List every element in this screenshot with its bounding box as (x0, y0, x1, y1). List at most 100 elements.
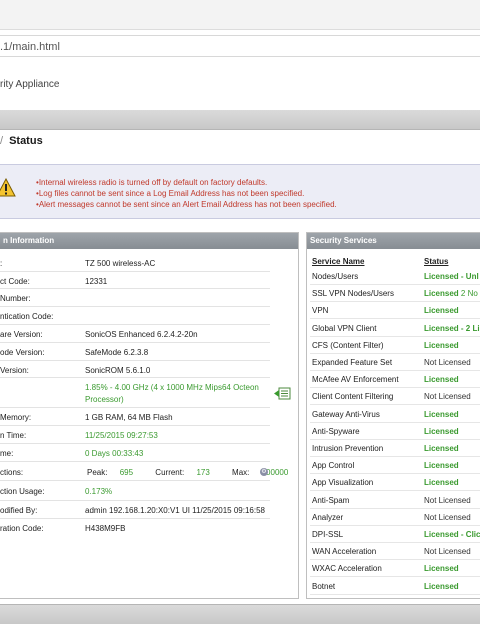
status-value: Not Licensed (424, 513, 471, 522)
service-status: Licensed 2 No (424, 289, 478, 298)
service-status: Not Licensed (424, 513, 471, 522)
status-value: Licensed (424, 324, 459, 333)
info-label: Version: (0, 366, 29, 375)
url-text[interactable]: .1/main.html (0, 41, 60, 53)
peak-value: 695 (119, 468, 134, 477)
address-bar[interactable]: .1/main.html (0, 35, 480, 57)
service-name: Botnet (312, 582, 336, 591)
service-name: Anti-Spyware (312, 427, 360, 436)
service-row: Client Content Filtering Not Licensed (310, 388, 480, 405)
current-stat: Current: 173 (155, 468, 220, 477)
security-panel-header: Security Services (307, 233, 480, 249)
service-status: Licensed (424, 444, 459, 453)
status-value: Licensed (424, 306, 459, 315)
service-status: Licensed (424, 341, 459, 350)
connections-row: ctions: Peak: 695 Current: 173 Max: 1000… (0, 463, 288, 481)
peak-stat: Peak: 695 (87, 468, 143, 477)
service-name: Nodes/Users (312, 272, 359, 281)
info-value: H438M9FB (85, 524, 126, 533)
info-row: ction Usage: 0.173% (0, 482, 270, 501)
status-detail[interactable]: - Unl (459, 272, 479, 281)
status-value: Licensed (424, 427, 459, 436)
info-label: odified By: (0, 506, 38, 515)
alert-box: Internal wireless radio is turned off by… (0, 164, 480, 219)
info-value: admin 192.168.1.20:X0:V1 UI 11/25/2015 0… (85, 506, 265, 515)
service-name: Intrusion Prevention (312, 444, 384, 453)
info-value: TZ 500 wireless-AC (85, 259, 156, 268)
service-row: App Control Licensed (310, 457, 480, 474)
service-name: Expanded Feature Set (312, 358, 393, 367)
service-status: Licensed - Unl (424, 272, 479, 281)
status-header[interactable]: Status (424, 257, 448, 266)
max-label: Max: (232, 468, 250, 477)
info-row: odified By: admin 192.168.1.20:X0:V1 UI 1… (0, 502, 270, 519)
info-label: Number: (0, 294, 31, 303)
info-row: ct Code: 12331 (0, 273, 270, 289)
info-value: SafeMode 6.2.3.8 (85, 348, 149, 357)
info-value: 11/25/2015 09:27:53 (85, 431, 158, 440)
info-value: 0 Days 00:33:43 (85, 449, 144, 458)
service-row: Botnet Licensed (310, 578, 480, 595)
app-title: rity Appliance (0, 79, 60, 90)
service-name: VPN (312, 306, 329, 315)
info-row: are Version: SonicOS Enhanced 6.2.4.2-20n (0, 326, 270, 343)
status-value: Not Licensed (424, 496, 471, 505)
status-value: Licensed (424, 289, 459, 298)
info-row: me: 0 Days 00:33:43 (0, 445, 270, 462)
gear-icon[interactable]: ⚙ (260, 468, 268, 476)
info-label: ration Code: (0, 524, 44, 533)
service-status: Not Licensed (424, 496, 471, 505)
service-row: Gateway Anti-Virus Licensed (310, 406, 480, 423)
service-status: Licensed (424, 375, 459, 384)
status-value: Licensed (424, 341, 459, 350)
service-row: Global VPN Client Licensed - 2 Li (310, 320, 480, 337)
info-row: ntication Code: (0, 308, 270, 325)
service-row: McAfee AV Enforcement Licensed (310, 371, 480, 388)
processor-monitor-icon[interactable] (274, 387, 291, 400)
service-row: VPN Licensed (310, 302, 480, 319)
service-row: Anti-Spyware Licensed (310, 423, 480, 440)
connections-values: Peak: 695 Current: 173 Max: 100000 (87, 468, 308, 477)
service-status: Licensed (424, 410, 459, 419)
service-status: Licensed (424, 306, 459, 315)
service-status: Licensed - Clic (424, 530, 480, 539)
service-status: Licensed - 2 Li (424, 324, 480, 333)
service-row: CFS (Content Filter) Licensed (310, 337, 480, 354)
info-row: ode Version: SafeMode 6.2.3.8 (0, 344, 270, 361)
status-value: Not Licensed (424, 358, 471, 367)
service-name: CFS (Content Filter) (312, 341, 384, 350)
processor-value: 1.85% - 4.00 GHz (4 x 1000 MHz Mips64 Oc… (85, 383, 259, 404)
system-panel-header: n Information (0, 233, 298, 249)
current-value: 173 (196, 468, 210, 477)
status-value: Licensed (424, 444, 459, 453)
service-row: WXAC Acceleration Licensed (310, 560, 480, 577)
service-name: DPI-SSL (312, 530, 344, 539)
service-status: Licensed (424, 461, 459, 470)
service-row: Analyzer Not Licensed (310, 509, 480, 526)
service-name: Global VPN Client (312, 324, 377, 333)
status-value: Licensed (424, 272, 459, 281)
info-row: : TZ 500 wireless-AC (0, 256, 270, 272)
warning-icon (0, 178, 16, 197)
info-label: ntication Code: (0, 312, 54, 321)
service-status: Licensed (424, 564, 459, 573)
status-detail[interactable]: 2 No (459, 289, 478, 298)
status-detail[interactable]: - Clic (459, 530, 480, 539)
peak-label: Peak: (87, 468, 108, 477)
service-status: Licensed (424, 427, 459, 436)
status-value: Not Licensed (424, 392, 471, 401)
service-name: App Visualization (312, 478, 374, 487)
status-value: Licensed (424, 478, 459, 487)
status-detail[interactable]: - 2 Li (459, 324, 480, 333)
info-row: ration Code: H438M9FB (0, 520, 270, 537)
service-name: Gateway Anti-Virus (312, 410, 380, 419)
info-label: Memory: (0, 413, 32, 422)
status-value: Licensed (424, 410, 459, 419)
info-value: SonicOS Enhanced 6.2.4.2-20n (85, 330, 198, 339)
service-name-header[interactable]: Service Name (312, 257, 364, 266)
breadcrumb: / Status (0, 135, 43, 147)
alert-list: Internal wireless radio is turned off by… (36, 177, 337, 210)
service-row: Anti-Spam Not Licensed (310, 492, 480, 509)
footer-band (0, 604, 480, 624)
status-value: Not Licensed (424, 547, 471, 556)
